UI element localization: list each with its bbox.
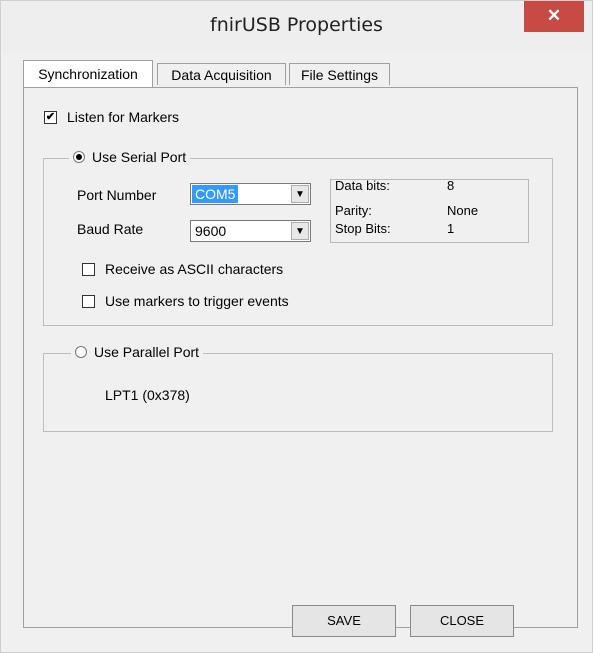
baud-rate-select[interactable]: 9600 ▼ [190, 220, 311, 242]
listen-markers-label: Listen for Markers [67, 109, 180, 125]
dropdown-arrow-icon[interactable]: ▼ [291, 185, 309, 203]
close-icon: ✕ [546, 6, 562, 25]
listen-markers-checkbox[interactable]: ✔ [44, 111, 57, 124]
tab-file-settings[interactable]: File Settings [289, 63, 390, 85]
stop-bits-value: 1 [447, 221, 455, 236]
tab-data-acquisition[interactable]: Data Acquisition [157, 63, 286, 85]
tab-label: File Settings [300, 67, 379, 83]
tab-synchronization[interactable]: Synchronization [23, 60, 153, 87]
dropdown-arrow-icon[interactable]: ▼ [291, 222, 309, 240]
serial-port-option[interactable]: Use Serial Port [69, 149, 191, 165]
serial-port-label: Use Serial Port [92, 149, 187, 165]
close-window-button[interactable]: ✕ [524, 1, 584, 32]
tab-label: Data Acquisition [171, 67, 272, 83]
baud-rate-value: 9600 [195, 223, 227, 239]
port-number-value: COM5 [192, 185, 239, 203]
receive-ascii-checkbox[interactable] [82, 263, 95, 276]
baud-rate-label: Baud Rate [77, 221, 144, 237]
window-title: fnirUSB Properties [210, 14, 383, 36]
port-number-select[interactable]: COM5 ▼ [190, 183, 311, 205]
serial-radio-icon[interactable] [73, 151, 85, 163]
parallel-port-label: Use Parallel Port [94, 344, 200, 360]
checkmark-icon: ✔ [45, 111, 56, 123]
receive-ascii-label: Receive as ASCII characters [105, 261, 284, 277]
title-bar: fnirUSB Properties ✕ [1, 1, 592, 51]
parallel-port-address: LPT1 (0x378) [105, 387, 190, 403]
parity-value: None [447, 203, 479, 218]
port-number-label: Port Number [77, 187, 157, 203]
parity-label: Parity: [335, 203, 372, 218]
trigger-events-checkbox[interactable] [82, 295, 95, 308]
close-button[interactable]: CLOSE [410, 605, 514, 637]
stop-bits-label: Stop Bits: [335, 221, 391, 236]
data-bits-label: Data bits: [335, 178, 390, 193]
parallel-port-option[interactable]: Use Parallel Port [71, 344, 204, 360]
data-bits-value: 8 [447, 178, 455, 193]
save-button[interactable]: SAVE [292, 605, 396, 637]
parallel-radio-icon[interactable] [75, 346, 87, 358]
tab-label: Synchronization [38, 66, 138, 82]
trigger-events-label: Use markers to trigger events [105, 293, 289, 309]
properties-dialog: fnirUSB Properties ✕ Synchronization Dat… [0, 0, 593, 653]
